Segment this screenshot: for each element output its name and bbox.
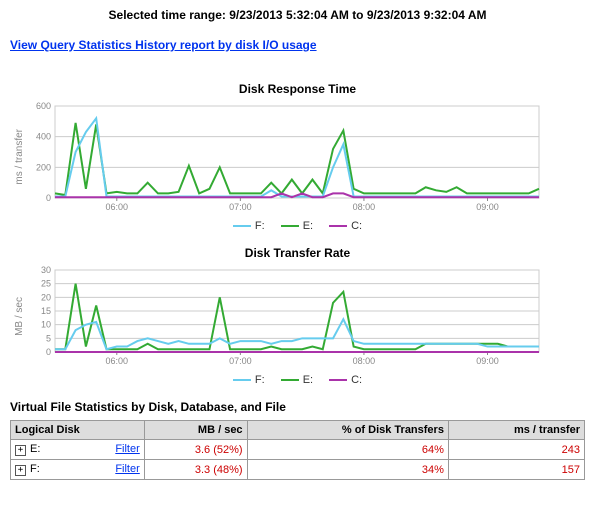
disk-name: E:: [30, 443, 40, 455]
table-section-title: Virtual File Statistics by Disk, Databas…: [10, 400, 585, 414]
legend-item: C:: [329, 374, 362, 386]
svg-text:15: 15: [41, 306, 51, 316]
col-logical-disk: Logical Disk: [11, 421, 145, 440]
chart-title: Disk Response Time: [10, 82, 585, 96]
time-range-header: Selected time range: 9/23/2013 5:32:04 A…: [10, 8, 585, 22]
chart-title: Disk Transfer Rate: [10, 246, 585, 260]
svg-text:25: 25: [41, 279, 51, 289]
svg-text:06:00: 06:00: [106, 356, 129, 366]
legend-item: E:: [281, 374, 313, 386]
svg-text:0: 0: [46, 193, 51, 203]
expand-icon[interactable]: +: [15, 445, 26, 456]
legend-item: F:: [233, 220, 265, 232]
y-axis-label: MB / sec: [10, 297, 25, 336]
svg-text:08:00: 08:00: [353, 356, 376, 366]
chart-legend: F: E: C:: [10, 372, 585, 386]
chart-0: Disk Response Time ms / transfer 0 200 400 60…: [10, 82, 585, 232]
history-report-link[interactable]: View Query Statistics History report by …: [10, 38, 317, 52]
filter-link[interactable]: Filter: [115, 443, 139, 455]
svg-text:20: 20: [41, 292, 51, 302]
col-mb-sec: MB / sec: [144, 421, 247, 440]
legend-item: F:: [233, 374, 265, 386]
svg-text:07:00: 07:00: [229, 202, 252, 212]
col-pct-transfers: % of Disk Transfers: [247, 421, 448, 440]
chart-legend: F: E: C:: [10, 218, 585, 232]
file-stats-table: Logical Disk MB / sec % of Disk Transfer…: [10, 420, 585, 480]
svg-text:5: 5: [46, 333, 51, 343]
svg-text:30: 30: [41, 266, 51, 275]
chart-svg: 0 200 400 600 06:00 07:00 08:00 09:00: [25, 102, 545, 212]
cell-mb: 3.6 (52%): [144, 440, 247, 460]
svg-text:09:00: 09:00: [476, 356, 499, 366]
legend-item: E:: [281, 220, 313, 232]
chart-svg: 0 5 10 15 20 25 30 06:00 07:00 08:00 09:00: [25, 266, 545, 366]
svg-text:08:00: 08:00: [353, 202, 376, 212]
svg-text:600: 600: [36, 102, 51, 111]
table-row: + F: Filter 3.3 (48%)34%157: [11, 460, 585, 480]
cell-mb: 3.3 (48%): [144, 460, 247, 480]
svg-text:0: 0: [46, 347, 51, 357]
svg-text:400: 400: [36, 132, 51, 142]
svg-text:06:00: 06:00: [106, 202, 129, 212]
svg-text:10: 10: [41, 320, 51, 330]
cell-pct: 34%: [247, 460, 448, 480]
svg-text:09:00: 09:00: [476, 202, 499, 212]
svg-text:200: 200: [36, 162, 51, 172]
expand-icon[interactable]: +: [15, 465, 26, 476]
chart-1: Disk Transfer Rate MB / sec 0 5 10 15 20 25 30 06…: [10, 246, 585, 386]
cell-ms: 243: [448, 440, 584, 460]
y-axis-label: ms / transfer: [10, 129, 25, 185]
disk-name: F:: [30, 463, 40, 475]
table-row: + E: Filter 3.6 (52%)64%243: [11, 440, 585, 460]
cell-ms: 157: [448, 460, 584, 480]
filter-link[interactable]: Filter: [115, 463, 139, 475]
cell-pct: 64%: [247, 440, 448, 460]
legend-item: C:: [329, 220, 362, 232]
svg-text:07:00: 07:00: [229, 356, 252, 366]
col-ms-transfer: ms / transfer: [448, 421, 584, 440]
